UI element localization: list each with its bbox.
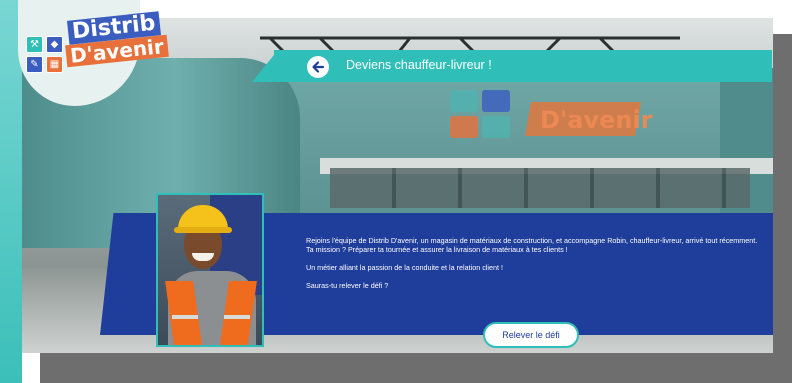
arrow-left-icon <box>312 61 325 73</box>
back-button[interactable] <box>307 56 329 78</box>
store-windows <box>330 168 750 208</box>
logo-brick-icon: ▦ <box>46 56 63 73</box>
vest-reflective-stripe <box>224 315 250 319</box>
intro-paragraph: Sauras-tu relever le défi ? <box>306 281 389 290</box>
hard-hat-brim <box>174 227 232 233</box>
intro-paragraph: Rejoins l'équipe de Distrib D'avenir, un… <box>306 236 758 245</box>
intro-text: Rejoins l'équipe de Distrib D'avenir, un… <box>306 236 761 297</box>
logo-brush-icon: ✎ <box>26 56 43 73</box>
intro-paragraph: Ta mission ? Préparer ta tournée et assu… <box>306 245 568 254</box>
store-sign-tile <box>482 116 510 138</box>
start-challenge-button[interactable]: Relever le défi <box>483 322 579 348</box>
vest-reflective-stripe <box>172 315 198 319</box>
logo-icon-grid: ⚒ ◆ ✎ ▦ <box>26 36 66 76</box>
store-building <box>270 74 770 234</box>
page-title: Deviens chauffeur-livreur ! <box>346 58 492 72</box>
store-sign-tile <box>450 90 478 112</box>
game-intro-screen: D'avenir ⚒ ◆ ✎ ▦ Distrib D'avenir Devien… <box>0 0 792 383</box>
logo-trowel-icon: ◆ <box>46 36 63 53</box>
store-sign-text: D'avenir <box>540 106 653 134</box>
logo-tool-icon: ⚒ <box>26 36 43 53</box>
store-sign-tile <box>482 90 510 112</box>
character-portrait <box>156 193 264 347</box>
intro-paragraph: Un métier alliant la passion de la condu… <box>306 263 503 272</box>
store-sign-tile <box>450 116 478 138</box>
